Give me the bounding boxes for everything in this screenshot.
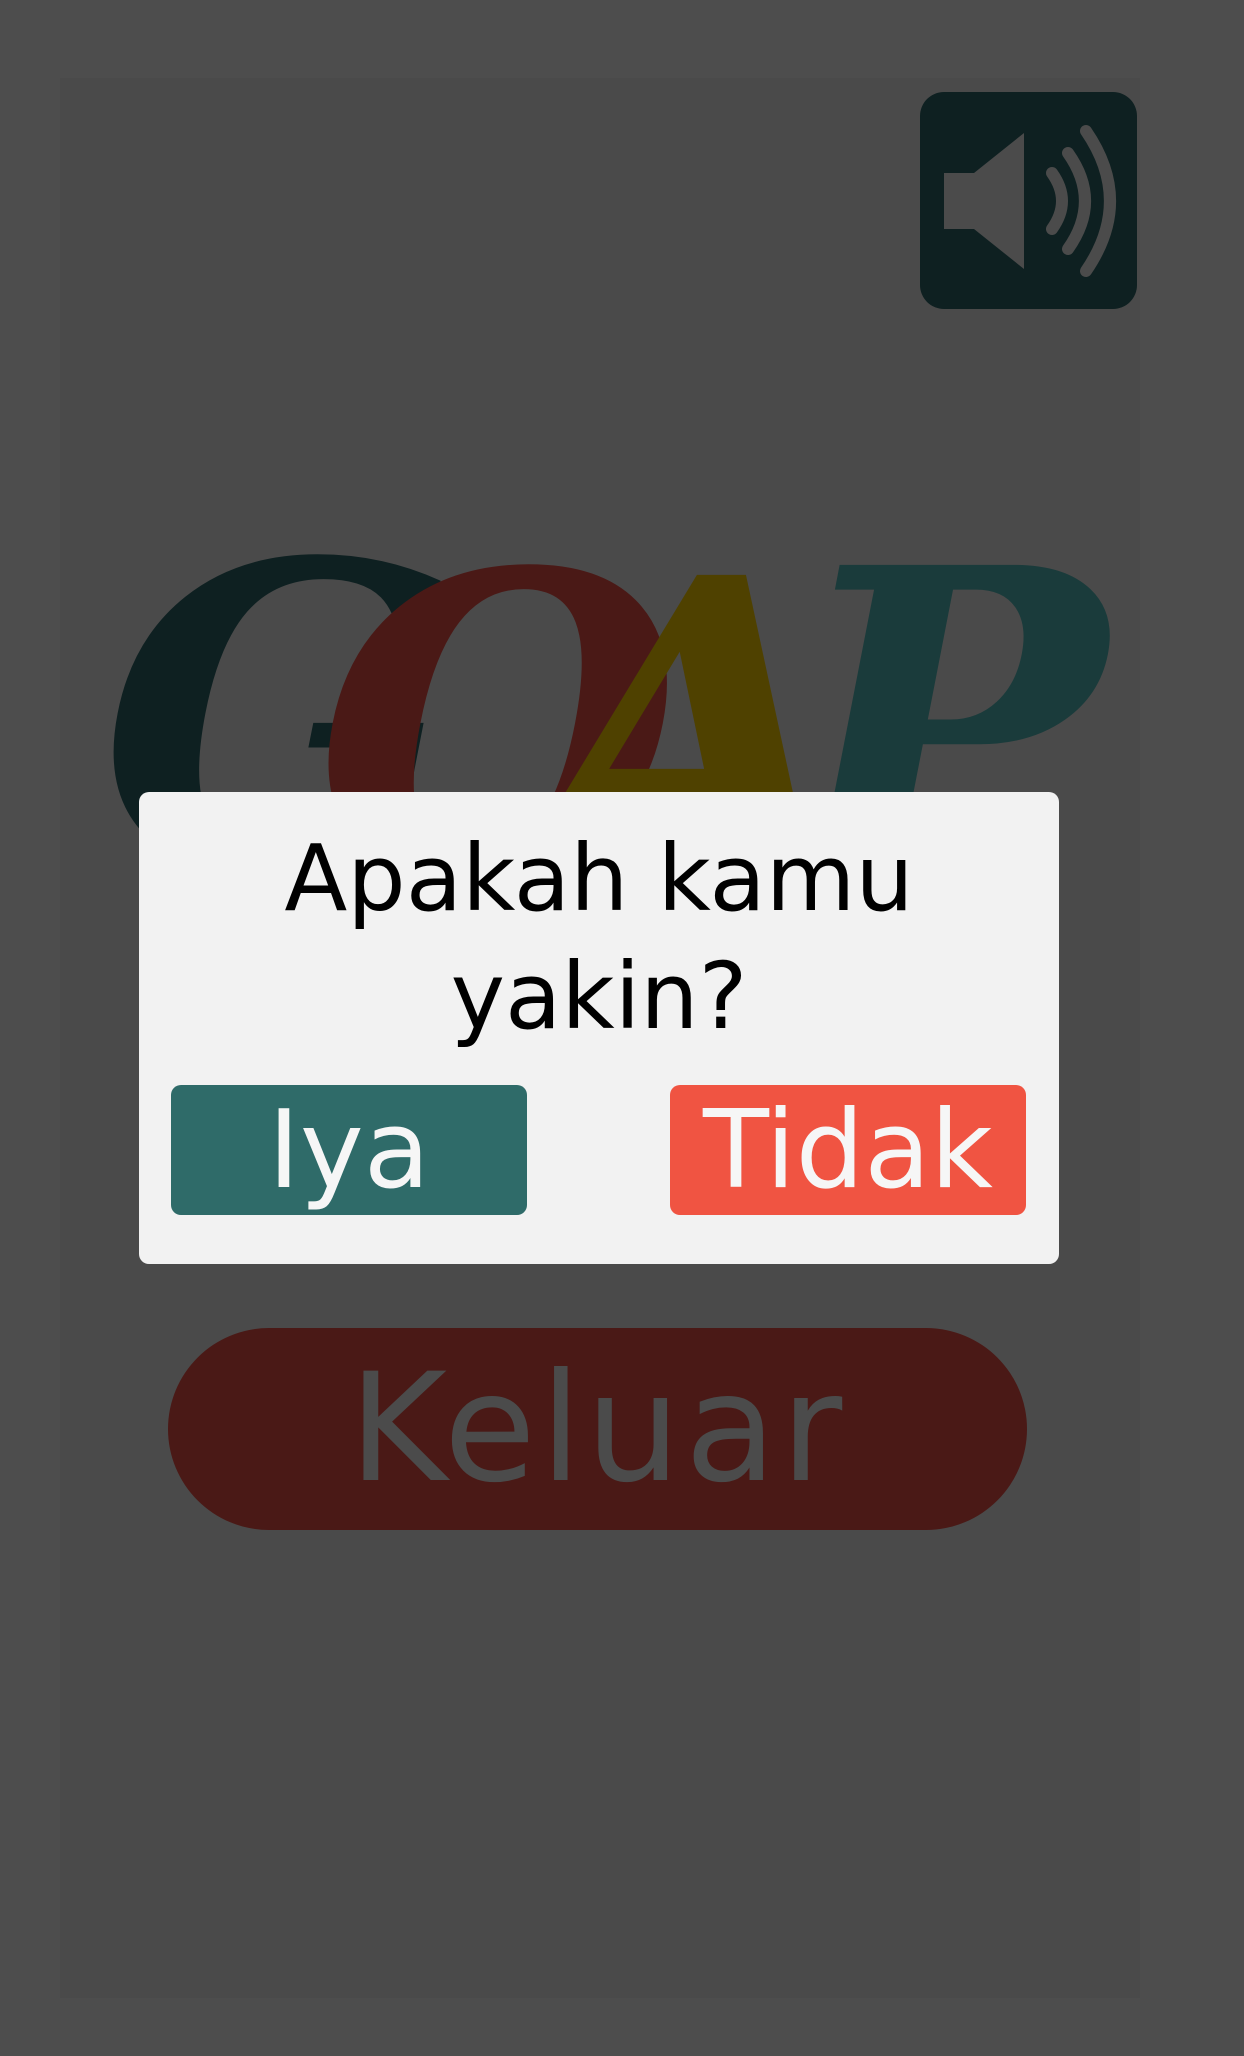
confirm-dialog: Apakah kamu yakin? Iya Tidak [139, 792, 1059, 1264]
yes-button[interactable]: Iya [171, 1085, 527, 1215]
game-screen: G O A P Keluar Apakah kamu yakin? Iya Ti… [0, 0, 1244, 2056]
dialog-question: Apakah kamu yakin? [284, 825, 914, 1050]
speaker-volume-icon [943, 124, 1116, 277]
exit-button[interactable]: Keluar [168, 1328, 1027, 1530]
no-button[interactable]: Tidak [670, 1085, 1026, 1215]
sound-toggle-button[interactable] [920, 92, 1137, 309]
